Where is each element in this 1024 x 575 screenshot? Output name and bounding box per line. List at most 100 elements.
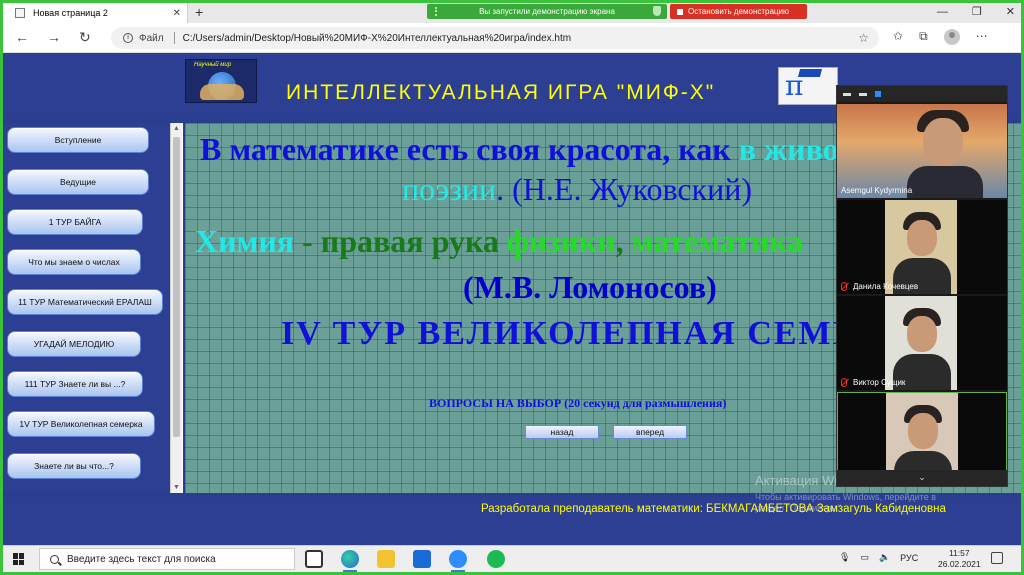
sharing-notice[interactable]: Вы запустили демонстрацию экрана [427, 4, 667, 19]
next-page-button[interactable]: вперед [613, 425, 687, 439]
minimize-button[interactable]: — [937, 3, 948, 21]
mail-icon[interactable] [413, 550, 431, 568]
back-button[interactable]: ← [15, 29, 29, 45]
window-controls: — ❐ ✕ [937, 3, 1015, 21]
volume-icon[interactable]: 🔈 [879, 552, 890, 563]
participant-name: Asemgul Kydyrmina [841, 186, 912, 195]
sidebar-item-did-you-know[interactable]: Знаете ли вы что...? [7, 453, 141, 479]
science-world-logo: Научный мир [185, 59, 257, 103]
face [923, 118, 963, 166]
face [907, 220, 937, 256]
hide-panel-icon[interactable] [859, 92, 867, 96]
url-field[interactable]: i Файл C:/Users/admin/Desktop/Новый%20МИ… [111, 27, 879, 49]
quote2-line1: Химия - правая рука физики, математика [195, 223, 803, 260]
sidebar-item-hosts[interactable]: Ведущие [7, 169, 149, 195]
tab-title: Новая страница 2 [33, 8, 108, 18]
hand-icon [200, 84, 244, 100]
favorites-icon[interactable]: ✩ [893, 29, 903, 45]
sidebar-item-round3[interactable]: 111 ТУР Знаете ли вы ...? [7, 371, 143, 397]
quote1-author: . (Н.Е. Жуковский) [496, 171, 753, 207]
page-favicon-icon [15, 8, 25, 18]
muted-mic-icon [841, 378, 847, 387]
drag-handle-icon[interactable] [435, 7, 439, 16]
battery-icon[interactable]: ▭ [860, 552, 869, 563]
favorite-star-icon[interactable]: ☆ [858, 31, 869, 45]
quote2-physics: физики [506, 223, 616, 259]
quote2-author: (М.В. Ломоносов) [463, 269, 717, 305]
windows-start-icon[interactable] [13, 553, 25, 565]
url-scheme-label: Файл [139, 32, 164, 44]
participant-tile[interactable]: Данила Кочевцев [837, 200, 1007, 294]
scroll-down-icon[interactable]: ▼ [173, 484, 180, 491]
task-view-icon[interactable] [305, 550, 323, 568]
sidebar-item-intro[interactable]: Вступление [7, 127, 149, 153]
sidebar-item-round4[interactable]: 1V ТУР Великолепная семерка [7, 411, 155, 437]
tab-close-icon[interactable]: ✕ [173, 8, 181, 19]
language-indicator[interactable]: РУС [900, 553, 918, 563]
sharing-notice-text: Вы запустили демонстрацию экрана [479, 7, 615, 16]
more-menu-icon[interactable]: ⋯ [976, 29, 988, 45]
collections-icon[interactable]: ⧉ [919, 29, 928, 45]
sidebar-item-round1[interactable]: 1 ТУР БАЙГА [7, 209, 143, 235]
file-explorer-icon[interactable] [377, 550, 395, 568]
collapse-panel-icon[interactable]: ⌄ [837, 470, 1007, 486]
edge-icon[interactable] [341, 550, 359, 572]
quote1-text: В математике есть своя красота, как [200, 131, 739, 167]
activation-watermark-line1: Чтобы активировать Windows, перейдите в [755, 492, 936, 502]
window-close-button[interactable]: ✕ [1006, 3, 1015, 21]
quote1-poetry: поэзии [402, 171, 497, 207]
participant-name-text: Виктор Сущик [853, 378, 906, 387]
quote2-text: - правая рука [294, 223, 507, 259]
stop-sharing-button[interactable]: Остановить демонстрацию [670, 4, 807, 19]
browser-tab-bar: Новая страница 2 ✕ + Вы запустили демонс… [3, 3, 1021, 23]
reload-button[interactable]: ↻ [79, 29, 91, 46]
participant-tile[interactable]: Виктор Сущик [837, 296, 1007, 390]
url-separator [173, 32, 175, 44]
zoom-icon[interactable] [449, 550, 467, 572]
url-text[interactable]: C:/Users/admin/Desktop/Новый%20МИФ-X%20И… [183, 33, 571, 44]
quote2-chemistry: Химия [195, 223, 295, 259]
video-panel[interactable]: Asemgul Kydyrmina Данила Кочевцев Виктор… [836, 85, 1008, 487]
sidebar-item-round2[interactable]: 11 ТУР Математический ЕРАЛАШ [7, 289, 163, 315]
address-bar: ← → ↻ i Файл C:/Users/admin/Desktop/Новы… [3, 23, 1021, 53]
participant-name-text: Asemgul Kydyrmina [841, 186, 913, 195]
profile-avatar[interactable] [943, 29, 960, 45]
pi-logo: π [778, 67, 838, 105]
clock[interactable]: 11:57 26.02.2021 [938, 548, 981, 570]
search-placeholder: Введите здесь текст для поиска [67, 553, 216, 565]
participant-video [893, 104, 993, 198]
participant-tile[interactable]: Asemgul Kydyrmina [837, 104, 1007, 198]
sidebar-scrollbar[interactable]: ▲ ▼ [170, 123, 182, 493]
participant-video [885, 296, 957, 390]
new-tab-button[interactable]: + [195, 3, 203, 21]
author-credit: Разработала преподаватель математики: БЕ… [481, 503, 946, 515]
mic-icon[interactable]: 🎙 [839, 552, 850, 563]
browser-tab[interactable]: Новая страница 2 ✕ [3, 3, 188, 23]
participant-name-text: Данила Кочевцев [853, 282, 919, 291]
participant-video [885, 200, 957, 294]
body [907, 166, 983, 198]
gallery-view-icon[interactable] [875, 91, 881, 97]
whatsapp-icon[interactable] [487, 550, 505, 568]
info-icon[interactable]: i [123, 33, 133, 43]
shield-icon [653, 6, 661, 16]
participant-name: Данила Кочевцев [841, 282, 918, 291]
back-page-button[interactable]: назад [525, 425, 599, 439]
scroll-up-icon[interactable]: ▲ [173, 125, 180, 132]
sidebar-item-numbers[interactable]: Что мы знаем о числах [7, 249, 141, 275]
stop-sharing-label: Остановить демонстрацию [688, 7, 789, 16]
minimize-panel-icon[interactable] [843, 92, 851, 96]
face [908, 413, 938, 449]
participant-name: Виктор Сущик [841, 378, 905, 387]
search-icon [50, 554, 59, 564]
sidebar-item-melody[interactable]: УГАДАЙ МЕЛОДИЮ [7, 331, 141, 357]
quote2-math: математика [631, 223, 804, 259]
activation-watermark-line2: раздел "Параметры". [755, 503, 844, 513]
scroll-thumb[interactable] [173, 137, 180, 437]
forward-button[interactable]: → [47, 29, 61, 45]
notifications-icon[interactable] [991, 552, 1003, 564]
taskbar-search[interactable]: Введите здесь текст для поиска [39, 548, 295, 570]
quote2-comma: , [615, 223, 632, 259]
clock-time: 11:57 [948, 548, 970, 558]
restore-button[interactable]: ❐ [972, 3, 982, 21]
